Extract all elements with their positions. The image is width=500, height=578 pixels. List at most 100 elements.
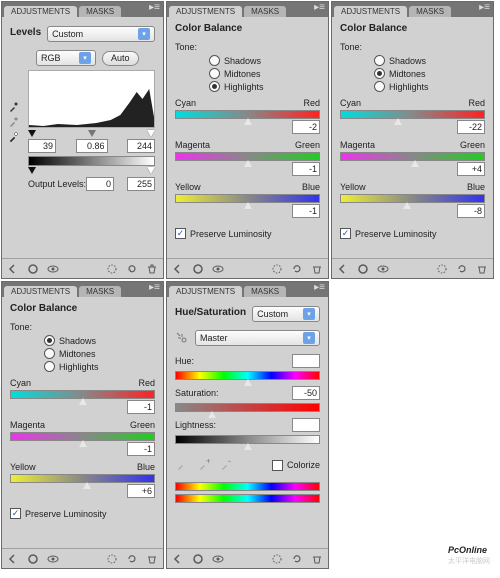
clip-icon[interactable] — [105, 262, 119, 276]
tab-adjustments[interactable]: ADJUSTMENTS — [4, 6, 77, 17]
hue-slider[interactable] — [175, 371, 320, 380]
preset-dropdown[interactable]: Custom ▾ — [47, 26, 155, 42]
input-white-field[interactable]: 244 — [127, 139, 155, 153]
eye-icon[interactable] — [46, 262, 60, 276]
tone-shadows-radio[interactable]: Shadows — [374, 55, 485, 66]
clip-icon[interactable] — [435, 262, 449, 276]
back-icon[interactable] — [6, 552, 20, 566]
back-icon[interactable] — [171, 552, 185, 566]
tab-masks[interactable]: MASKS — [409, 6, 451, 17]
eye-icon[interactable] — [211, 552, 225, 566]
output-white-slider[interactable] — [147, 167, 155, 174]
tone-shadows-radio[interactable]: Shadows — [44, 335, 155, 346]
output-black-field[interactable]: 0 — [86, 177, 114, 191]
tone-midtones-radio[interactable]: Midtones — [374, 68, 485, 79]
tone-highlights-radio[interactable]: Highlights — [209, 81, 320, 92]
magenta-green-slider[interactable] — [340, 152, 485, 161]
tab-adjustments[interactable]: ADJUSTMENTS — [4, 286, 77, 297]
yellow-blue-field[interactable]: -8 — [457, 204, 485, 218]
yellow-blue-slider[interactable] — [10, 474, 155, 483]
magenta-green-field[interactable]: -1 — [292, 162, 320, 176]
white-point-slider[interactable] — [147, 130, 155, 137]
preserve-luminosity-checkbox[interactable]: ✓Preserve Luminosity — [10, 508, 155, 519]
back-icon[interactable] — [171, 262, 185, 276]
cyan-red-slider[interactable] — [340, 110, 485, 119]
magenta-green-field[interactable]: +4 — [457, 162, 485, 176]
black-point-slider[interactable] — [28, 130, 36, 137]
tone-shadows-radio[interactable]: Shadows — [209, 55, 320, 66]
clip-icon[interactable] — [270, 262, 284, 276]
hue-field[interactable] — [292, 354, 320, 368]
trash-icon[interactable] — [310, 262, 324, 276]
tone-midtones-radio[interactable]: Midtones — [209, 68, 320, 79]
tone-highlights-radio[interactable]: Highlights — [44, 361, 155, 372]
gray-eyedropper-icon[interactable] — [8, 116, 20, 128]
trash-icon[interactable] — [310, 552, 324, 566]
mid-point-slider[interactable] — [88, 130, 96, 137]
tab-masks[interactable]: MASKS — [244, 286, 286, 297]
cyan-red-slider[interactable] — [175, 110, 320, 119]
tab-masks[interactable]: MASKS — [79, 6, 121, 17]
lightness-slider[interactable] — [175, 435, 320, 444]
ring-icon[interactable] — [191, 262, 205, 276]
saturation-field[interactable]: -50 — [292, 386, 320, 400]
preserve-luminosity-checkbox[interactable]: ✓Preserve Luminosity — [340, 228, 485, 239]
lightness-field[interactable] — [292, 418, 320, 432]
eye-icon[interactable] — [376, 262, 390, 276]
magenta-green-field[interactable]: -1 — [127, 442, 155, 456]
eye-icon[interactable] — [46, 552, 60, 566]
eye-icon[interactable] — [211, 262, 225, 276]
magenta-green-slider[interactable] — [175, 152, 320, 161]
white-eyedropper-icon[interactable] — [8, 131, 20, 143]
reset-icon[interactable] — [125, 262, 139, 276]
input-mid-field[interactable]: 0.86 — [76, 139, 108, 153]
clip-icon[interactable] — [270, 552, 284, 566]
tab-adjustments[interactable]: ADJUSTMENTS — [169, 6, 242, 17]
reset-icon[interactable] — [455, 262, 469, 276]
cyan-red-slider[interactable] — [10, 390, 155, 399]
tab-masks[interactable]: MASKS — [244, 6, 286, 17]
black-eyedropper-icon[interactable] — [8, 101, 20, 113]
auto-button[interactable]: Auto — [102, 51, 139, 66]
back-icon[interactable] — [336, 262, 350, 276]
panel-menu-icon[interactable]: ▸≡ — [479, 4, 490, 12]
preserve-luminosity-checkbox[interactable]: ✓Preserve Luminosity — [175, 228, 320, 239]
trash-icon[interactable] — [145, 262, 159, 276]
colorize-checkbox[interactable]: Colorize — [272, 460, 320, 471]
yellow-blue-field[interactable]: -1 — [292, 204, 320, 218]
reset-icon[interactable] — [290, 262, 304, 276]
channel-dropdown[interactable]: RGB ▾ — [36, 50, 96, 66]
tab-adjustments[interactable]: ADJUSTMENTS — [334, 6, 407, 17]
tone-midtones-radio[interactable]: Midtones — [44, 348, 155, 359]
clip-icon[interactable] — [105, 552, 119, 566]
output-black-slider[interactable] — [28, 167, 36, 174]
saturation-slider[interactable] — [175, 403, 320, 412]
ring-icon[interactable] — [191, 552, 205, 566]
panel-menu-icon[interactable]: ▸≡ — [314, 4, 325, 12]
reset-icon[interactable] — [125, 552, 139, 566]
panel-menu-icon[interactable]: ▸≡ — [314, 284, 325, 292]
eyedropper-add-icon[interactable]: + — [197, 458, 211, 472]
cyan-red-field[interactable]: -1 — [127, 400, 155, 414]
input-black-field[interactable]: 39 — [28, 139, 56, 153]
output-white-field[interactable]: 255 — [127, 177, 155, 191]
cyan-red-field[interactable]: -22 — [457, 120, 485, 134]
tone-highlights-radio[interactable]: Highlights — [374, 81, 485, 92]
yellow-blue-slider[interactable] — [175, 194, 320, 203]
ring-icon[interactable] — [26, 552, 40, 566]
reset-icon[interactable] — [290, 552, 304, 566]
preset-dropdown[interactable]: Custom▾ — [252, 306, 320, 322]
panel-menu-icon[interactable]: ▸≡ — [149, 284, 160, 292]
panel-menu-icon[interactable]: ▸≡ — [149, 4, 160, 12]
ring-icon[interactable] — [26, 262, 40, 276]
tab-masks[interactable]: MASKS — [79, 286, 121, 297]
yellow-blue-field[interactable]: +6 — [127, 484, 155, 498]
targeted-adjust-icon[interactable] — [175, 331, 189, 345]
yellow-blue-slider[interactable] — [340, 194, 485, 203]
eyedropper-icon[interactable] — [175, 458, 189, 472]
trash-icon[interactable] — [145, 552, 159, 566]
tab-adjustments[interactable]: ADJUSTMENTS — [169, 286, 242, 297]
range-dropdown[interactable]: Master▾ — [195, 330, 320, 346]
trash-icon[interactable] — [475, 262, 489, 276]
cyan-red-field[interactable]: -2 — [292, 120, 320, 134]
